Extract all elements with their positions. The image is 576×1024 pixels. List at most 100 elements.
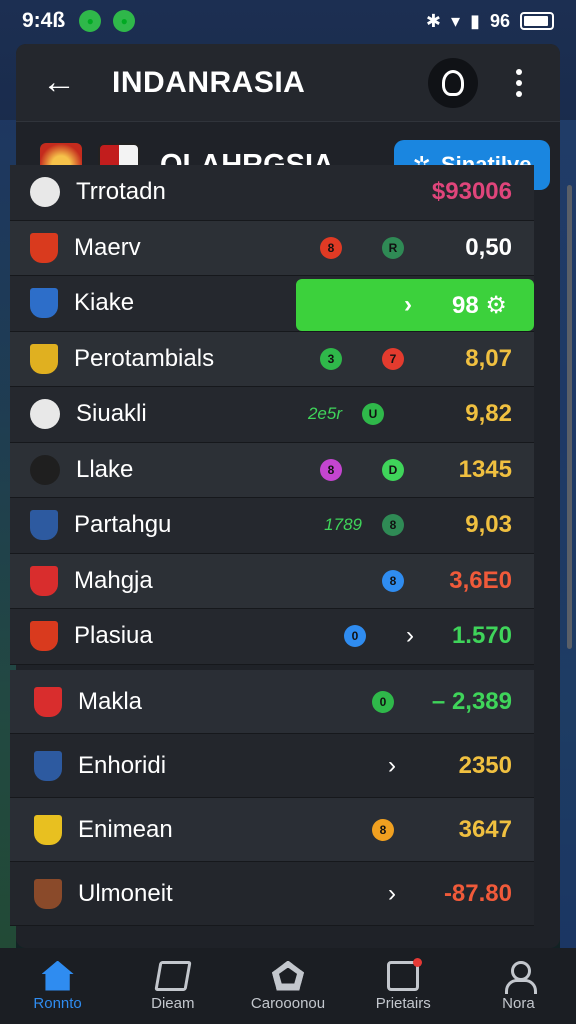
battery-icon bbox=[520, 12, 554, 30]
team-name: Siuakli bbox=[76, 400, 147, 428]
status-dot-icon: 8 bbox=[382, 514, 404, 537]
team-crest-icon bbox=[30, 510, 58, 541]
table-row[interactable]: Makla 0 – 2,389 bbox=[10, 670, 534, 734]
team-crest-icon bbox=[30, 454, 60, 485]
status-dot-icon: 7 bbox=[382, 347, 404, 370]
nav-item[interactable]: Ronnto bbox=[0, 948, 115, 1024]
table-row[interactable]: Ulmoneit › -87.80 bbox=[10, 862, 534, 926]
team-crest-icon bbox=[30, 232, 58, 263]
row-value: 3,6E0 bbox=[449, 566, 512, 594]
ticket-icon bbox=[387, 957, 423, 991]
status-dot-icon: U bbox=[362, 403, 384, 426]
team-crest-icon bbox=[34, 814, 62, 845]
team-crest-icon bbox=[30, 399, 60, 430]
bottom-navigation: Ronnto Dieam Carooonou Prietairs Nora bbox=[0, 948, 576, 1024]
table-row[interactable]: Partahgu 1789 8 9,03 bbox=[10, 498, 534, 554]
book-icon bbox=[154, 960, 192, 991]
team-name: Trrotadn bbox=[76, 178, 166, 206]
row-stat: 1789 bbox=[324, 515, 362, 535]
team-crest-icon bbox=[30, 343, 58, 374]
row-indicators: 8 3,6E0 bbox=[382, 567, 512, 595]
status-dot-icon: 0 bbox=[372, 690, 394, 713]
status-dot-icon: 8 bbox=[320, 236, 342, 259]
status-dot-icon: 8 bbox=[372, 818, 394, 841]
table-row[interactable]: Siuakli 2e5r U 9,82 bbox=[10, 387, 534, 443]
team-crest-icon bbox=[34, 686, 62, 717]
row-value: 1345 bbox=[458, 455, 512, 483]
highlighted-result[interactable]: › 98 ⚙ bbox=[296, 279, 534, 331]
row-stat: 2e5r bbox=[307, 404, 342, 424]
nav-item[interactable]: Carooonou bbox=[230, 948, 345, 1024]
bluetooth-icon: ✱ bbox=[425, 10, 442, 31]
row-indicators: 8 3647 bbox=[372, 816, 512, 844]
person-icon bbox=[502, 960, 538, 994]
nav-label: Nora bbox=[502, 994, 535, 1012]
team-crest-icon bbox=[30, 177, 60, 208]
team-crest-icon bbox=[30, 288, 58, 319]
row-indicators: › 2350 bbox=[388, 752, 512, 780]
home-icon bbox=[41, 960, 74, 991]
table-row[interactable]: Maerv 8 R 0,50 bbox=[10, 220, 534, 276]
table-row[interactable]: Enimean 8 3647 bbox=[10, 798, 534, 862]
nav-item[interactable]: Prietairs bbox=[346, 948, 461, 1024]
signal-icon: ▮ bbox=[470, 10, 480, 31]
row-indicators: 1789 8 9,03 bbox=[324, 511, 512, 539]
team-name: Enhoridi bbox=[78, 751, 167, 779]
more-options-icon[interactable] bbox=[504, 68, 534, 97]
row-indicators: 3 7 8,07 bbox=[320, 345, 512, 373]
team-name: Perotambials bbox=[74, 344, 215, 372]
table-row[interactable]: Kiake › 98 ⚙ bbox=[10, 276, 534, 332]
team-name: Plasiua bbox=[74, 622, 153, 650]
standings-list: Trrotadn $93006 Maerv 8 R 0,50 Kiake › 98 ⚙ Perot… bbox=[10, 165, 534, 665]
row-value: – 2,389 bbox=[431, 687, 512, 715]
status-dot-icon: 8 bbox=[320, 458, 342, 481]
team-crest-icon bbox=[34, 750, 62, 781]
row-indicators: $93006 bbox=[424, 178, 512, 206]
team-name: Ulmoneit bbox=[78, 879, 173, 907]
team-crest-icon bbox=[34, 878, 62, 909]
row-value: 8,07 bbox=[465, 344, 512, 372]
nav-item[interactable]: Nora bbox=[461, 948, 576, 1024]
row-indicators: 8 D 1345 bbox=[320, 456, 512, 484]
back-arrow-icon[interactable]: ← bbox=[42, 63, 82, 102]
status-dot-icon: 3 bbox=[320, 347, 342, 370]
table-row[interactable]: Mahgja 8 3,6E0 bbox=[10, 553, 534, 609]
status-dot-icon: 8 bbox=[382, 569, 404, 592]
row-indicators: 0 › 1.570 bbox=[344, 622, 512, 650]
profile-icon[interactable] bbox=[428, 57, 478, 108]
row-value: 9,03 bbox=[465, 511, 512, 539]
table-row[interactable]: Enhoridi › 2350 bbox=[10, 734, 534, 798]
team-name: Makla bbox=[78, 687, 143, 715]
notification-icon: ● bbox=[79, 10, 102, 32]
team-crest-icon bbox=[30, 621, 58, 652]
chevron-right-icon: › bbox=[406, 622, 414, 650]
nav-label: Ronnto bbox=[33, 994, 82, 1012]
row-value: 0,50 bbox=[465, 233, 512, 261]
nav-item[interactable]: Dieam bbox=[115, 948, 230, 1024]
highlight-value: 98 ⚙ bbox=[452, 291, 507, 319]
status-dot-icon: 0 bbox=[344, 625, 366, 648]
team-name: Enimean bbox=[78, 815, 173, 843]
status-indicators: ✱ ▾ ▮ 96 bbox=[426, 11, 554, 32]
row-indicators: › -87.80 bbox=[388, 880, 512, 908]
row-value: 2350 bbox=[458, 751, 512, 779]
status-dot-icon: R bbox=[382, 236, 404, 259]
team-name: Partahgu bbox=[74, 511, 172, 539]
wifi-icon: ▾ bbox=[451, 10, 461, 31]
nav-label: Dieam bbox=[151, 994, 195, 1012]
status-bar: 9:4ß ● ● ✱ ▾ ▮ 96 bbox=[0, 0, 576, 42]
notification-icon: ● bbox=[113, 10, 136, 32]
table-row[interactable]: Llake 8 D 1345 bbox=[10, 442, 534, 498]
table-row[interactable]: Plasiua 0 › 1.570 bbox=[10, 609, 534, 665]
nav-label: Carooonou bbox=[250, 994, 326, 1012]
team-name: Kiake bbox=[74, 289, 135, 317]
row-value: 3647 bbox=[458, 815, 512, 843]
row-indicators: 8 R 0,50 bbox=[320, 234, 512, 262]
status-dot-icon: D bbox=[382, 458, 404, 481]
scrollbar[interactable] bbox=[567, 185, 572, 649]
row-indicators: 0 – 2,389 bbox=[372, 688, 512, 716]
team-name: Maerv bbox=[74, 233, 141, 261]
table-row[interactable]: Trrotadn $93006 bbox=[10, 165, 534, 221]
table-row[interactable]: Perotambials 3 7 8,07 bbox=[10, 331, 534, 387]
row-value: -87.80 bbox=[443, 879, 512, 907]
